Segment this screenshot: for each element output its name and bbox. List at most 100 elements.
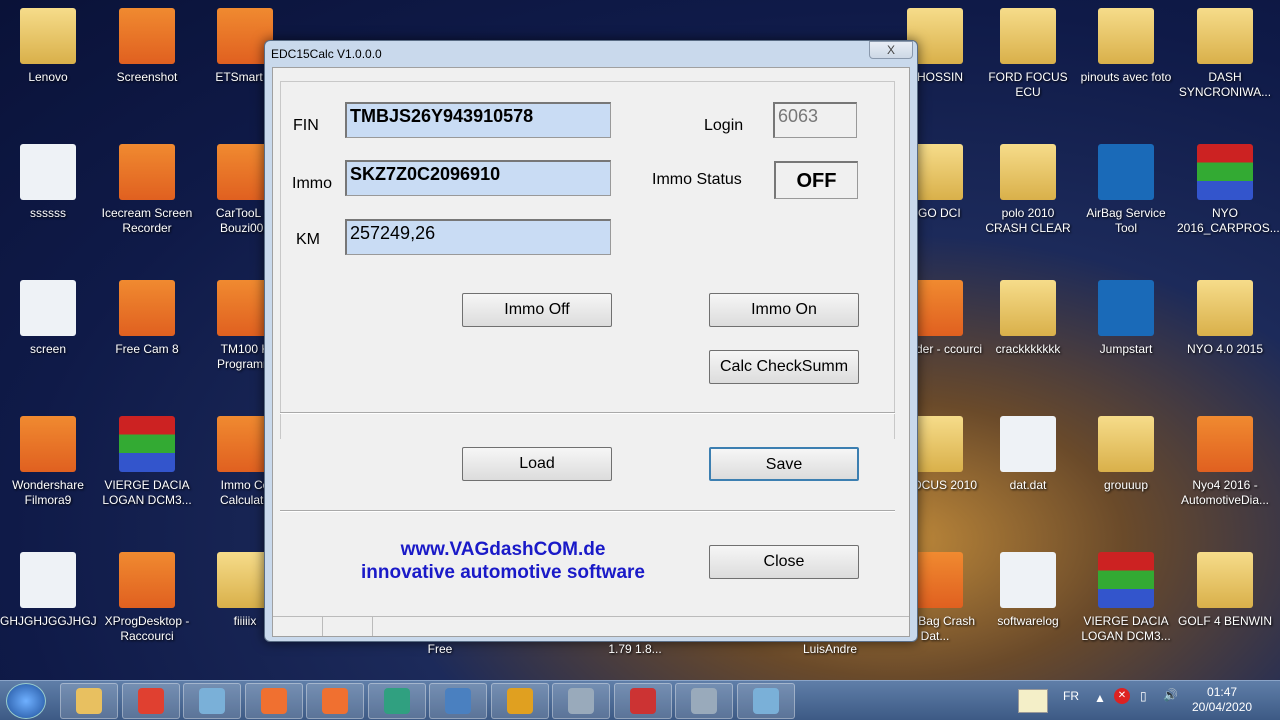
desktop-icon[interactable]: crackkkkkkk: [980, 276, 1076, 357]
desktop-icon[interactable]: NYO 4.0 2015: [1177, 276, 1273, 357]
km-input[interactable]: 257249,26: [345, 219, 611, 255]
desktop-icon-label: Icecream Screen Recorder: [101, 206, 193, 235]
desktop-icon-label-partial[interactable]: 1.79 1.8...: [587, 642, 683, 657]
desktop-icon-label: Free Cam 8: [115, 342, 179, 356]
immo-off-button[interactable]: Immo Off: [462, 293, 612, 327]
taskbar-winrar[interactable]: [613, 683, 672, 719]
chrome-icon: [137, 688, 164, 714]
taskbar-chrome[interactable]: [121, 683, 180, 719]
desktop-icon[interactable]: polo 2010 CRASH CLEAR: [980, 140, 1076, 236]
desktop-icon-label: Lenovo: [28, 70, 68, 84]
desktop-icon[interactable]: pinouts avec foto: [1078, 4, 1174, 85]
app-icon: [20, 416, 76, 472]
remote-desktop-icon: [752, 688, 779, 714]
desktop-icon-label: grouuup: [1103, 478, 1149, 492]
desktop-icon-label-partial[interactable]: Free: [392, 642, 488, 657]
folder-icon: [1000, 8, 1056, 64]
desktop-icon[interactable]: softwarelog: [980, 548, 1076, 629]
desktop-icon[interactable]: dat.dat: [980, 412, 1076, 493]
folder-icon: [1098, 416, 1154, 472]
window-title: EDC15Calc V1.0.0.0: [271, 47, 382, 61]
fin-label: FIN: [293, 117, 319, 134]
file-icon: [20, 552, 76, 608]
pen-input-icon[interactable]: [1018, 689, 1048, 713]
desktop-icon[interactable]: XProgDesktop - Raccourci: [99, 548, 195, 644]
taskbar-filmora[interactable]: [367, 683, 426, 719]
window-close-button[interactable]: X: [869, 41, 913, 59]
save-button[interactable]: Save: [709, 447, 859, 481]
taskbar-calculator-2[interactable]: [675, 683, 733, 719]
calculator-2-icon: [691, 688, 717, 714]
fin-input[interactable]: TMBJS26Y943910578: [345, 102, 611, 138]
immo-on-button[interactable]: Immo On: [709, 293, 859, 327]
desktop-icon-label: ssssss: [30, 206, 66, 220]
desktop-icon[interactable]: grouuup: [1078, 412, 1174, 493]
taskbar-media-player[interactable]: [490, 683, 549, 719]
volume-icon[interactable]: 🔊: [1163, 688, 1178, 702]
clock-time: 01:47: [1207, 685, 1238, 699]
screenshot-icon: [322, 688, 348, 714]
taskbar-windows-explorer[interactable]: [60, 683, 118, 719]
desktop-icon[interactable]: Lenovo: [0, 4, 96, 85]
desktop-icon-label: GOLF 4 BENWIN: [1177, 614, 1272, 628]
close-button[interactable]: Close: [709, 545, 859, 579]
desktop-icon-label: DASH SYNCRONIWA...: [1178, 70, 1272, 99]
status-bar: [273, 616, 909, 636]
desktop-icon[interactable]: screen: [0, 276, 96, 357]
rar-icon: [1197, 144, 1253, 200]
desktop-icon[interactable]: AirBag Service Tool: [1078, 140, 1174, 236]
file-icon: [1000, 552, 1056, 608]
language-indicator[interactable]: FR: [1063, 689, 1079, 703]
desktop-icon-label-partial[interactable]: LuisAndre: [782, 642, 878, 657]
battery-icon[interactable]: ▯: [1140, 689, 1147, 703]
desktop-icon-label: FORD FOCUS ECU: [988, 70, 1068, 99]
desktop-icon-label: GHJGHJGGJHGJ: [0, 614, 97, 628]
desktop-icon[interactable]: VIERGE DACIA LOGAN DCM3...: [99, 412, 195, 508]
rar-icon: [1098, 552, 1154, 608]
taskbar-remote-desktop[interactable]: [736, 683, 795, 719]
app-icon: [119, 552, 175, 608]
calc-checksum-button[interactable]: Calc CheckSumm: [709, 350, 859, 384]
desktop-icon[interactable]: ssssss: [0, 140, 96, 221]
immo-input[interactable]: SKZ7Z0C2096910: [345, 160, 611, 196]
file-icon: [1000, 416, 1056, 472]
desktop-icon-label: Screenshot: [116, 70, 178, 84]
desktop-icon-label: polo 2010 CRASH CLEAR: [985, 206, 1071, 235]
desktop-icon[interactable]: Jumpstart: [1078, 276, 1174, 357]
taskbar-photo-viewer[interactable]: [429, 683, 487, 719]
show-hidden-icons[interactable]: ▲: [1094, 691, 1106, 705]
desktop-icon[interactable]: Nyo4 2016 - AutomotiveDia...: [1177, 412, 1273, 508]
folder-icon: [1197, 552, 1253, 608]
desktop-icon[interactable]: DASH SYNCRONIWA...: [1177, 4, 1273, 100]
start-button[interactable]: [6, 683, 46, 719]
desktop-icon[interactable]: VIERGE DACIA LOGAN DCM3...: [1078, 548, 1174, 644]
km-label: KM: [296, 231, 320, 248]
desktop-icon[interactable]: GOLF 4 BENWIN: [1177, 548, 1273, 629]
taskbar-notepad[interactable]: [183, 683, 241, 719]
desktop-icon-label: VIERGE DACIA LOGAN DCM3...: [102, 478, 192, 507]
load-button[interactable]: Load: [462, 447, 612, 481]
desktop-icon-label: Nyo4 2016 - AutomotiveDia...: [1180, 478, 1270, 507]
desktop-icon[interactable]: Screenshot: [99, 4, 195, 85]
app-icon: [119, 280, 175, 336]
desktop-icon[interactable]: FORD FOCUS ECU: [980, 4, 1076, 100]
taskbar-screenshot[interactable]: [306, 683, 364, 719]
clock[interactable]: 01:47 20/04/2020: [1192, 685, 1252, 715]
desktop-icon[interactable]: NYO 2016_CARPROS...: [1177, 140, 1280, 236]
app-icon: [119, 144, 175, 200]
clock-date: 20/04/2020: [1192, 700, 1253, 714]
taskbar-calculator[interactable]: [552, 683, 610, 719]
desktop-icon[interactable]: Wondershare Filmora9: [0, 412, 96, 508]
desktop-icon[interactable]: Free Cam 8: [99, 276, 195, 357]
error-icon[interactable]: ✕: [1114, 688, 1130, 704]
vendor-url[interactable]: www.VAGdashCOM.de: [313, 538, 693, 561]
app-icon: [1098, 144, 1154, 200]
login-input[interactable]: 6063: [773, 102, 857, 138]
taskbar: FR ▲ ✕ ▯ 🔊 01:47 20/04/2020: [0, 680, 1280, 720]
immo-status-value: OFF: [774, 161, 858, 199]
folder-icon: [1000, 144, 1056, 200]
taskbar-icecream-recorder[interactable]: [244, 683, 303, 719]
desktop-icon[interactable]: GHJGHJGGJHGJ: [0, 548, 97, 629]
edc15calc-window: EDC15Calc V1.0.0.0 X FIN TMBJS26Y9439105…: [264, 40, 918, 642]
desktop-icon[interactable]: Icecream Screen Recorder: [99, 140, 195, 236]
